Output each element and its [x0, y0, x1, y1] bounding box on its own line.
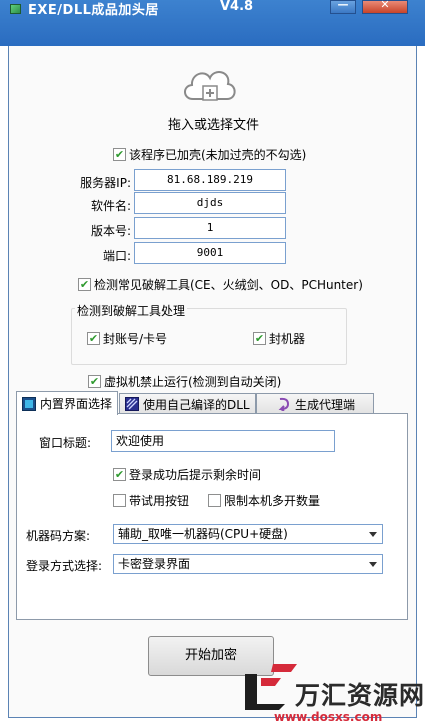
- packed-checkbox[interactable]: 该程序已加壳(未加过壳的不勾选): [113, 146, 306, 163]
- checkbox-box[interactable]: [88, 375, 101, 388]
- title-bar: EXE/DLL成品加头居 V4.8 — ✕: [0, 0, 425, 46]
- app-icon: [10, 4, 21, 14]
- tab-proxy[interactable]: 生成代理端: [256, 393, 374, 414]
- checkbox-box[interactable]: [113, 148, 126, 161]
- proxy-icon: [278, 397, 290, 411]
- chevron-down-icon: [369, 532, 377, 537]
- tab-builtin-ui-label: 内置界面选择: [40, 397, 113, 411]
- port-label: 端口:: [102, 249, 131, 263]
- close-icon: ✕: [380, 0, 390, 11]
- checkbox-box[interactable]: [78, 278, 91, 291]
- chevron-down-icon: [369, 562, 377, 567]
- software-name-input[interactable]: djds: [134, 192, 286, 214]
- tab-builtin-ui[interactable]: 内置界面选择: [16, 391, 119, 415]
- vm-block-label: 虚拟机禁止运行(检测到自动关闭): [104, 375, 282, 389]
- ban-account-checkbox[interactable]: 封账号/卡号: [87, 330, 167, 347]
- ban-account-label: 封账号/卡号: [103, 332, 168, 346]
- login-mode-select[interactable]: 卡密登录界面: [113, 554, 383, 574]
- window-title-label: 窗口标题:: [39, 436, 92, 450]
- server-ip-input[interactable]: 81.68.189.219: [134, 169, 286, 191]
- minimize-button[interactable]: —: [330, 0, 356, 14]
- window-title: EXE/DLL成品加头居: [28, 3, 159, 18]
- checkbox-box[interactable]: [113, 468, 126, 481]
- monitor-icon: [22, 396, 36, 411]
- checkbox-box[interactable]: [87, 332, 100, 345]
- packed-label: 该程序已加壳(未加过壳的不勾选): [129, 148, 307, 162]
- server-ip-label: 服务器IP:: [80, 176, 131, 190]
- ban-machine-label: 封机器: [269, 332, 306, 346]
- software-name-label: 软件名:: [90, 199, 131, 213]
- window-version: V4.8: [220, 0, 254, 14]
- window-title-input[interactable]: 欢迎使用: [111, 430, 335, 452]
- crack-group-title: 检测到破解工具处理: [75, 302, 188, 319]
- watermark-logo: 万汇资源网 www.dosxs.com: [241, 658, 425, 727]
- trial-button-label: 带试用按钮: [129, 494, 190, 508]
- tab-proxy-label: 生成代理端: [295, 397, 356, 412]
- watermark-text: 万汇资源网: [295, 681, 425, 710]
- dropzone-label[interactable]: 拖入或选择文件: [9, 114, 418, 133]
- login-mode-value: 卡密登录界面: [118, 557, 191, 571]
- checkbox-box[interactable]: [208, 494, 221, 507]
- limit-multi-checkbox[interactable]: 限制本机多开数量: [208, 492, 320, 509]
- cloud-upload-icon[interactable]: [179, 59, 239, 109]
- login-mode-label: 登录方式选择:: [26, 559, 103, 573]
- port-input[interactable]: 9001: [134, 242, 286, 264]
- tab-custom-dll[interactable]: 使用自己编译的DLL: [119, 393, 256, 414]
- trial-button-checkbox[interactable]: 带试用按钮: [113, 492, 189, 509]
- dll-icon: [125, 397, 139, 411]
- show-remaining-checkbox[interactable]: 登录成功后提示剩余时间: [113, 466, 261, 483]
- close-button[interactable]: ✕: [362, 0, 408, 14]
- tab-panel-builtin-ui: 窗口标题: 欢迎使用 登录成功后提示剩余时间 带试用按钮 限制本机多开数量 机器…: [16, 413, 408, 620]
- tab-custom-dll-label: 使用自己编译的DLL: [143, 397, 250, 412]
- checkbox-box[interactable]: [253, 332, 266, 345]
- detect-tools-label: 检测常见破解工具(CE、火绒剑、OD、PCHunter): [94, 278, 363, 292]
- version-input[interactable]: 1: [134, 217, 286, 239]
- client-area: 拖入或选择文件 该程序已加壳(未加过壳的不勾选) 服务器IP: 81.68.18…: [8, 46, 417, 718]
- machine-code-select[interactable]: 辅助_取唯一机器码(CPU+硬盘): [113, 524, 383, 544]
- limit-multi-label: 限制本机多开数量: [224, 494, 321, 508]
- version-label: 版本号:: [90, 224, 131, 238]
- vm-block-checkbox[interactable]: 虚拟机禁止运行(检测到自动关闭): [88, 373, 281, 390]
- machine-code-label: 机器码方案:: [26, 529, 91, 543]
- watermark-url: www.dosxs.com: [274, 710, 383, 724]
- detect-tools-checkbox[interactable]: 检测常见破解工具(CE、火绒剑、OD、PCHunter): [78, 276, 363, 293]
- minimize-icon: —: [337, 0, 349, 11]
- checkbox-box[interactable]: [113, 494, 126, 507]
- show-remaining-label: 登录成功后提示剩余时间: [129, 468, 262, 482]
- ban-machine-checkbox[interactable]: 封机器: [253, 330, 305, 347]
- machine-code-value: 辅助_取唯一机器码(CPU+硬盘): [118, 527, 288, 541]
